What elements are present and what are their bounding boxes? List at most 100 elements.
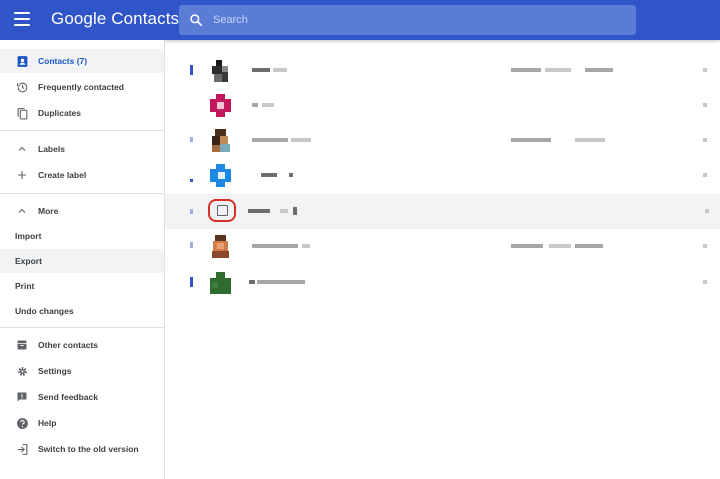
checkbox-icon	[216, 205, 228, 216]
redacted-text	[291, 138, 311, 142]
sidebar-item-label: Undo changes	[15, 306, 74, 316]
gear-icon	[15, 364, 29, 378]
plus-icon	[15, 168, 29, 182]
sidebar: Contacts (7) Frequently contacted Duplic…	[0, 40, 165, 479]
sidebar-item-more[interactable]: More	[0, 199, 164, 223]
redacted-text	[575, 244, 603, 248]
sidebar-item-help[interactable]: Help	[0, 411, 164, 435]
contact-row-selected[interactable]	[165, 194, 720, 229]
sidebar-item-label: Create label	[38, 170, 87, 180]
avatar	[208, 93, 233, 118]
sidebar-item-switch-old-version[interactable]: Switch to the old version	[0, 437, 164, 461]
contact-row[interactable]	[165, 229, 720, 264]
row-marker	[190, 209, 193, 214]
redacted-text	[280, 209, 288, 213]
redacted-text	[273, 68, 287, 72]
redacted-text	[252, 103, 258, 107]
redacted-text	[252, 138, 288, 142]
sidebar-item-label: Export	[15, 256, 42, 266]
avatar	[208, 270, 233, 295]
contacts-icon	[15, 54, 29, 68]
sidebar-item-import[interactable]: Import	[0, 224, 164, 248]
sidebar-item-label: Import	[15, 231, 42, 241]
sidebar-item-label: Frequently contacted	[38, 82, 124, 92]
contact-row[interactable]	[165, 53, 720, 88]
redacted-text	[511, 68, 541, 72]
duplicates-icon	[15, 106, 29, 120]
row-marker	[190, 65, 193, 75]
sidebar-item-label: Labels	[38, 144, 65, 154]
redacted-text	[293, 207, 297, 215]
sidebar-item-label: Settings	[38, 366, 72, 376]
redacted-text	[703, 138, 707, 142]
exit-icon	[15, 442, 29, 456]
sidebar-item-duplicates[interactable]: Duplicates	[0, 101, 164, 125]
archive-icon	[15, 338, 29, 352]
redacted-text	[252, 244, 298, 248]
search-input[interactable]	[213, 5, 623, 35]
redacted-text	[705, 209, 709, 213]
sidebar-item-print[interactable]: Print	[0, 274, 164, 298]
avatar	[208, 163, 233, 188]
contact-row[interactable]	[165, 88, 720, 123]
search-icon[interactable]	[189, 13, 203, 27]
row-marker	[190, 137, 193, 142]
row-marker	[190, 242, 193, 248]
redacted-text	[703, 244, 707, 248]
row-marker	[190, 277, 193, 287]
sidebar-item-label: Help	[38, 418, 57, 428]
row-marker	[190, 179, 193, 182]
redacted-text	[262, 103, 274, 107]
redacted-text	[511, 138, 551, 142]
sidebar-item-export[interactable]: Export	[0, 249, 164, 273]
select-contact-checkbox[interactable]	[208, 199, 236, 222]
redacted-text	[703, 280, 707, 284]
hamburger-menu-icon[interactable]	[14, 12, 30, 28]
redacted-text	[545, 68, 571, 72]
redacted-text	[575, 138, 605, 142]
sidebar-item-label: Other contacts	[38, 340, 98, 350]
history-icon	[15, 80, 29, 94]
feedback-icon	[15, 390, 29, 404]
redacted-text	[261, 173, 277, 177]
contact-list	[165, 40, 720, 479]
sidebar-item-label: Send feedback	[38, 392, 98, 402]
sidebar-item-label: More	[38, 206, 59, 216]
search-bar[interactable]	[179, 5, 636, 35]
sidebar-item-label: Switch to the old version	[38, 444, 139, 454]
help-icon	[15, 416, 29, 430]
sidebar-item-contacts[interactable]: Contacts (7)	[0, 49, 164, 73]
redacted-text	[703, 68, 707, 72]
sidebar-item-frequently-contacted[interactable]: Frequently contacted	[0, 75, 164, 99]
sidebar-item-undo-changes[interactable]: Undo changes	[0, 299, 164, 323]
redacted-text	[257, 280, 305, 284]
redacted-text	[302, 244, 310, 248]
sidebar-item-label: Print	[15, 281, 35, 291]
sidebar-item-create-label[interactable]: Create label	[0, 163, 164, 187]
redacted-text	[585, 68, 613, 72]
sidebar-item-label: Contacts (7)	[38, 56, 88, 66]
sidebar-divider	[0, 130, 164, 131]
sidebar-item-send-feedback[interactable]: Send feedback	[0, 385, 164, 409]
contact-row[interactable]	[165, 265, 720, 300]
redacted-text	[511, 244, 543, 248]
avatar	[208, 128, 233, 153]
app-title: Google Contacts	[51, 9, 180, 28]
redacted-text	[248, 209, 270, 213]
redacted-text	[252, 68, 270, 72]
sidebar-item-labels[interactable]: Labels	[0, 137, 164, 161]
contact-row[interactable]	[165, 158, 720, 193]
redacted-text	[549, 244, 571, 248]
chevron-up-icon	[15, 142, 29, 156]
app-header: Google Contacts	[0, 0, 720, 40]
redacted-text	[703, 173, 707, 177]
avatar	[208, 58, 233, 83]
redacted-text	[703, 103, 707, 107]
sidebar-item-other-contacts[interactable]: Other contacts	[0, 333, 164, 357]
sidebar-item-settings[interactable]: Settings	[0, 359, 164, 383]
contact-row[interactable]	[165, 123, 720, 158]
redacted-text	[289, 173, 293, 177]
redacted-text	[249, 280, 255, 284]
sidebar-divider	[0, 327, 164, 328]
chevron-up-icon	[15, 204, 29, 218]
